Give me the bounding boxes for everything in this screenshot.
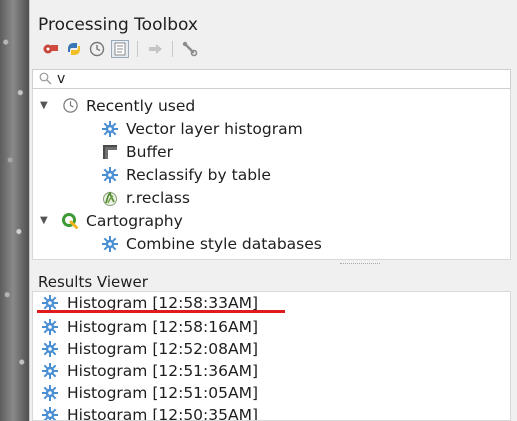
results-viewer-icon[interactable]: [111, 40, 129, 58]
tree-group-recently-used[interactable]: ▼ Recently used: [40, 94, 195, 117]
gear-icon: [40, 339, 60, 359]
search-field[interactable]: [32, 69, 511, 89]
python-scripts-icon[interactable]: [65, 40, 83, 58]
results-viewer-title: Results Viewer: [38, 273, 148, 291]
tree-item-r-reclass[interactable]: r.reclass: [100, 186, 190, 209]
result-label: Histogram [12:58:16AM]: [67, 318, 259, 336]
options-wrench-icon[interactable]: [181, 40, 199, 58]
tree-item-label: Reclassify by table: [126, 165, 271, 184]
result-item[interactable]: Histogram [12:58:16AM]: [33, 316, 510, 338]
search-icon: [39, 70, 52, 89]
result-label: Histogram [12:50:35AM]: [67, 406, 259, 421]
result-label: Histogram [12:52:08AM]: [67, 340, 259, 358]
map-canvas-edge: [0, 0, 29, 421]
gear-icon: [100, 119, 120, 139]
panel-title: Processing Toolbox: [38, 15, 198, 35]
gear-icon: [40, 361, 60, 381]
tree-item-label: Buffer: [126, 142, 174, 161]
history-icon[interactable]: [88, 40, 106, 58]
tree-group-label: Recently used: [86, 96, 196, 115]
tree-group-label: Cartography: [86, 211, 183, 230]
clock-icon: [60, 96, 80, 116]
tree-item-label: Vector layer histogram: [126, 119, 303, 138]
toolbar-separator: [137, 41, 138, 57]
tree-item-buffer[interactable]: Buffer: [100, 140, 173, 163]
tree-item-vector-layer-histogram[interactable]: Vector layer histogram: [100, 117, 303, 140]
tree-item-label: Combine style databases: [126, 234, 322, 253]
result-item[interactable]: Histogram [12:52:08AM]: [33, 338, 510, 360]
processing-toolbox-panel: Processing Toolbox v ▼ Recently used Vec…: [29, 0, 517, 421]
grass-icon: [100, 188, 120, 208]
gear-icon: [40, 383, 60, 403]
tree-item-label: r.reclass: [126, 188, 190, 207]
panel-splitter-handle[interactable]: [340, 263, 380, 265]
tree-group-cartography[interactable]: ▼ Cartography: [40, 209, 183, 232]
results-list: Histogram [12:58:33AM] Histogram [12:58:…: [32, 291, 511, 421]
qgis-icon: [60, 211, 80, 231]
result-item[interactable]: Histogram [12:51:36AM]: [33, 360, 510, 382]
gear-icon: [40, 405, 60, 420]
tree-item-reclassify-by-table[interactable]: Reclassify by table: [100, 163, 271, 186]
toolbar-separator: [172, 41, 173, 57]
toolbox-toolbar: [42, 38, 199, 60]
gear-icon: [40, 317, 60, 337]
result-item[interactable]: Histogram [12:50:35AM]: [33, 404, 510, 421]
highlight-underline: [37, 310, 285, 313]
expand-arrow-icon[interactable]: ▼: [40, 100, 50, 111]
result-item[interactable]: Histogram [12:51:05AM]: [33, 382, 510, 404]
models-icon[interactable]: [42, 40, 60, 58]
expand-arrow-icon[interactable]: ▼: [40, 215, 50, 226]
result-label: Histogram [12:51:36AM]: [67, 362, 259, 380]
gear-icon: [100, 165, 120, 185]
tree-item-combine-style-databases[interactable]: Combine style databases: [100, 232, 322, 255]
buffer-icon: [100, 142, 120, 162]
result-label: Histogram [12:51:05AM]: [67, 384, 259, 402]
algorithm-tree: ▼ Recently used Vector layer histogram B…: [32, 89, 511, 260]
edit-in-place-icon[interactable]: [146, 40, 164, 58]
search-input[interactable]: [57, 71, 497, 87]
gear-icon: [100, 234, 120, 254]
